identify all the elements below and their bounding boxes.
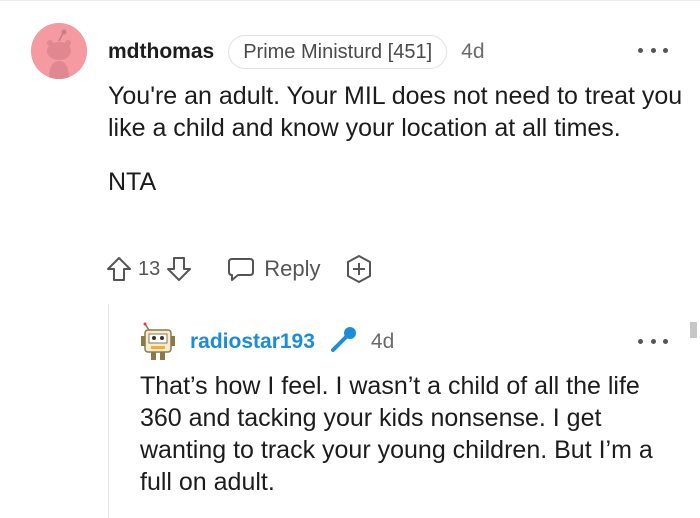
downvote-arrow-icon[interactable] <box>164 254 194 284</box>
scrollbar-thumb[interactable] <box>690 322 697 338</box>
more-options-icon[interactable] <box>638 42 668 58</box>
radio-robot-avatar-icon <box>141 322 175 360</box>
comment-age: 4d <box>461 40 485 63</box>
comment-author[interactable]: mdthomas <box>108 40 214 64</box>
reply-body: That’s how I feel. I wasn’t a child of a… <box>140 372 653 496</box>
speech-bubble-icon <box>226 254 256 284</box>
user-flair: Prime Ministurd [451] <box>228 35 448 69</box>
award-plus-icon[interactable] <box>343 253 375 285</box>
comment-paragraph: NTA <box>108 168 157 196</box>
snoo-avatar-icon <box>31 23 87 79</box>
comment-paragraph: You're an adult. Your MIL does not need … <box>108 82 683 142</box>
comment: mdthomas Prime Ministurd [451] 4d You're… <box>0 0 700 518</box>
reply-button[interactable]: Reply <box>226 254 321 284</box>
reply-user-avatar[interactable] <box>139 322 179 362</box>
comment-actions: 13 Reply <box>104 252 375 286</box>
user-avatar[interactable] <box>31 23 87 79</box>
reply-age: 4d <box>370 330 395 353</box>
vote-count: 13 <box>138 257 161 280</box>
comment-meta: mdthomas Prime Ministurd [451] 4d <box>108 35 485 69</box>
reply-meta: radiostar193 4d <box>190 326 394 358</box>
reply-label: Reply <box>264 256 321 281</box>
microphone-icon <box>329 326 357 359</box>
comment-body: You're an adult. Your MIL does not need … <box>108 80 688 198</box>
reply-author[interactable]: radiostar193 <box>190 330 315 354</box>
upvote-arrow-icon[interactable] <box>104 254 134 284</box>
more-options-icon[interactable] <box>638 333 668 349</box>
thread-line[interactable] <box>108 304 109 518</box>
